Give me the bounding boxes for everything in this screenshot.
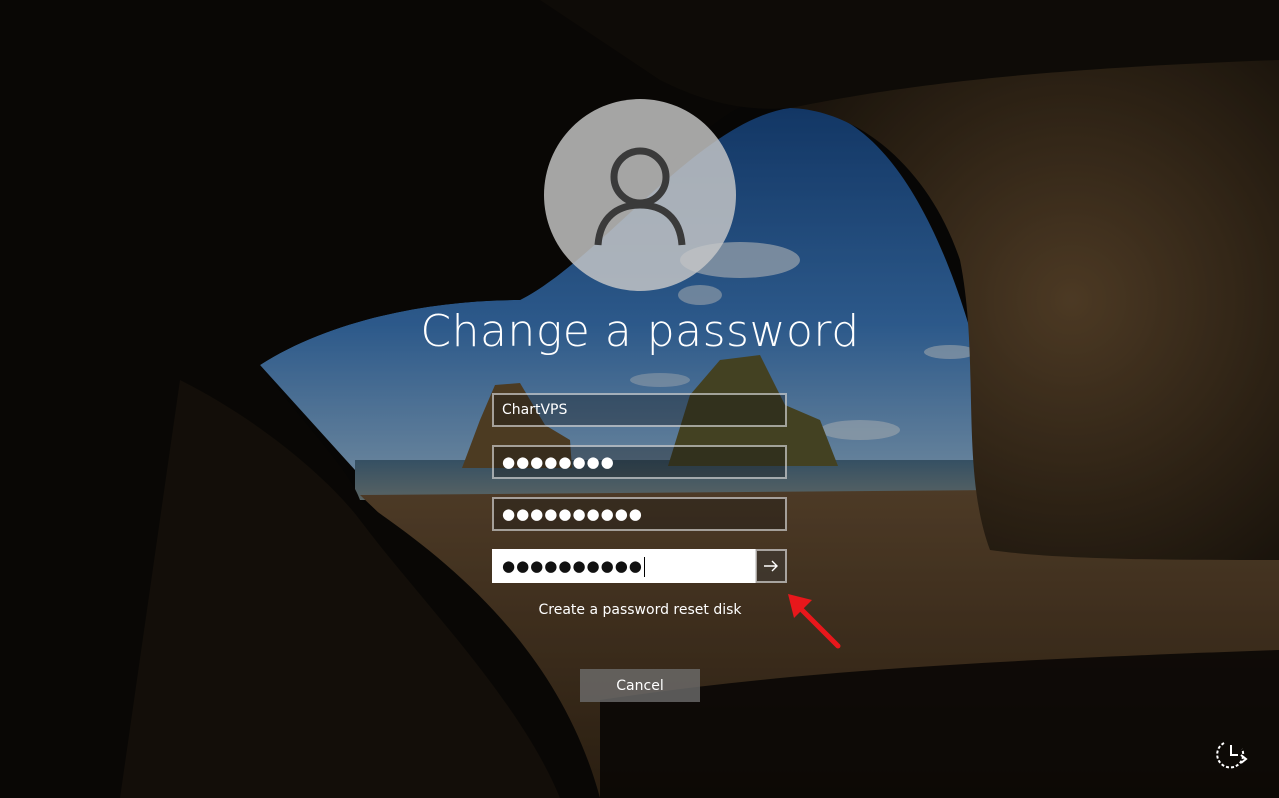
arrow-right-icon — [764, 560, 778, 572]
username-field[interactable]: ChartVPS — [492, 393, 787, 427]
ease-of-access-icon[interactable] — [1214, 737, 1248, 771]
confirm-password-value: ●●●●●●●●●● — [502, 557, 643, 575]
old-password-field[interactable]: ●●●●●●●● — [492, 445, 787, 479]
confirm-password-field[interactable]: ●●●●●●●●●● — [492, 549, 756, 583]
page-title: Change a password — [420, 306, 860, 357]
text-caret — [643, 556, 645, 577]
red-arrow-icon — [788, 594, 841, 649]
submit-button[interactable] — [755, 549, 787, 583]
new-password-field[interactable]: ●●●●●●●●●● — [492, 497, 787, 531]
create-reset-disk-link[interactable]: Create a password reset disk — [440, 602, 840, 618]
cancel-button[interactable]: Cancel — [580, 669, 700, 702]
user-avatar — [544, 99, 736, 291]
user-icon — [594, 147, 686, 246]
